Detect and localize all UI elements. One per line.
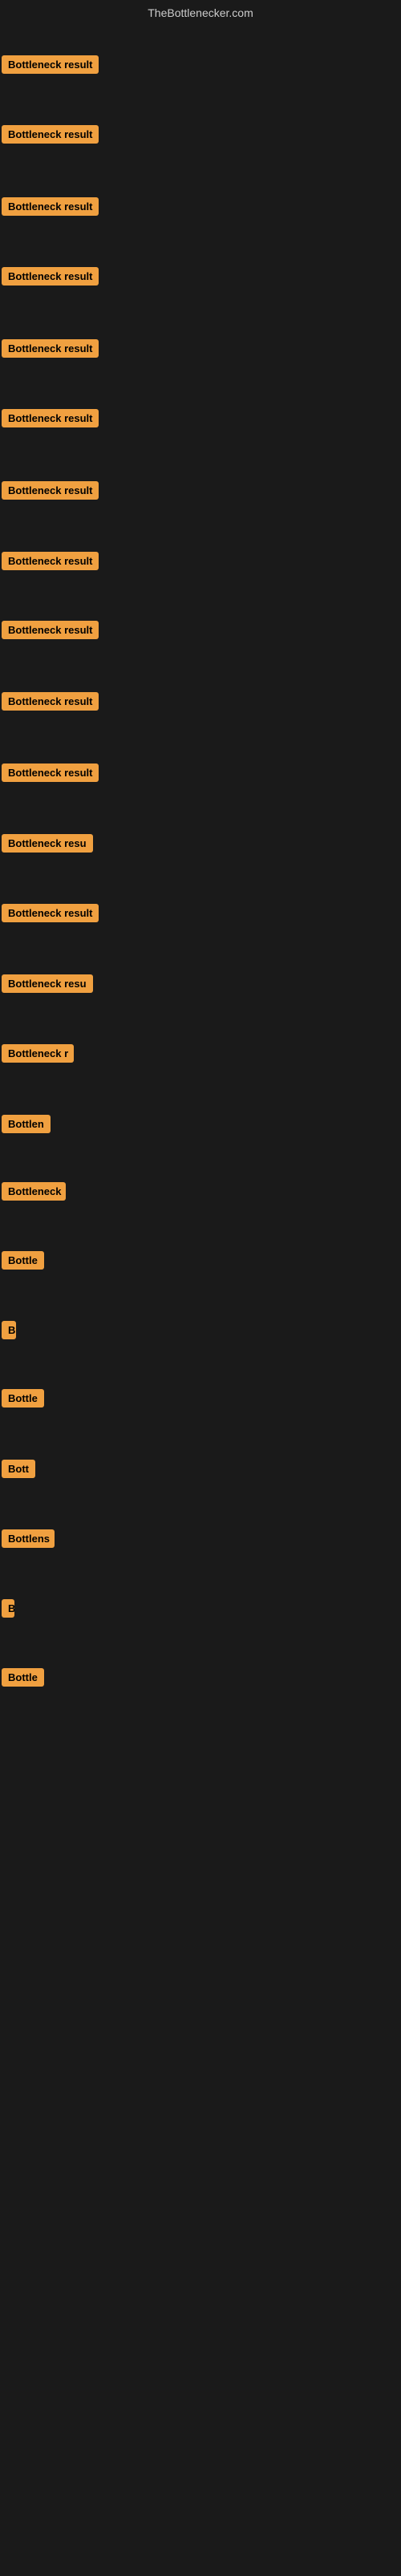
bottleneck-badge[interactable]: Bottleneck r bbox=[2, 1044, 74, 1063]
bottleneck-badge[interactable]: Bottleneck result bbox=[2, 763, 99, 782]
bottleneck-badge[interactable]: B bbox=[2, 1321, 16, 1339]
bottleneck-badge-row[interactable]: Bottleneck result bbox=[2, 125, 99, 148]
bottleneck-badge[interactable]: Bottleneck resu bbox=[2, 834, 93, 853]
bottleneck-badge[interactable]: Bottleneck result bbox=[2, 125, 99, 144]
bottleneck-badge-row[interactable]: Bottleneck resu bbox=[2, 834, 93, 857]
bottleneck-badge[interactable]: Bottleneck result bbox=[2, 481, 99, 500]
bottleneck-badge[interactable]: Bottleneck result bbox=[2, 409, 99, 427]
bottleneck-badge-row[interactable]: Bottleneck result bbox=[2, 692, 99, 715]
bottleneck-badge-row[interactable]: Bottleneck result bbox=[2, 904, 99, 926]
bottleneck-badge[interactable]: Bottle bbox=[2, 1251, 44, 1270]
bottleneck-badge[interactable]: B bbox=[2, 1599, 14, 1618]
bottleneck-badge-row[interactable]: Bottleneck result bbox=[2, 197, 99, 220]
bottleneck-badge-row[interactable]: Bottleneck result bbox=[2, 267, 99, 290]
bottleneck-badge-row[interactable]: Bottle bbox=[2, 1251, 44, 1274]
bottleneck-badge[interactable]: Bott bbox=[2, 1460, 35, 1478]
bottleneck-badge-row[interactable]: B bbox=[2, 1599, 14, 1622]
bottleneck-badge[interactable]: Bottleneck result bbox=[2, 267, 99, 286]
bottleneck-badge[interactable]: Bottlen bbox=[2, 1115, 51, 1133]
bottleneck-badge[interactable]: Bottleneck result bbox=[2, 621, 99, 639]
bottleneck-badge-row[interactable]: Bottleneck result bbox=[2, 339, 99, 362]
bottleneck-badge-row[interactable]: Bottleneck bbox=[2, 1182, 66, 1205]
bottleneck-badge-row[interactable]: Bottleneck result bbox=[2, 481, 99, 504]
bottleneck-badge[interactable]: Bottlens bbox=[2, 1529, 55, 1548]
bottleneck-badge[interactable]: Bottleneck resu bbox=[2, 974, 93, 993]
bottleneck-badge[interactable]: Bottleneck bbox=[2, 1182, 66, 1201]
bottleneck-badge[interactable]: Bottle bbox=[2, 1389, 44, 1407]
bottleneck-badge-row[interactable]: Bottleneck result bbox=[2, 409, 99, 431]
bottleneck-badge-row[interactable]: B bbox=[2, 1321, 16, 1343]
bottleneck-badge[interactable]: Bottleneck result bbox=[2, 55, 99, 74]
bottleneck-badge[interactable]: Bottleneck result bbox=[2, 339, 99, 358]
bottleneck-badge-row[interactable]: Bottle bbox=[2, 1389, 44, 1412]
bottleneck-badge-row[interactable]: Bottleneck result bbox=[2, 55, 99, 78]
bottleneck-badge-row[interactable]: Bottle bbox=[2, 1668, 44, 1691]
bottleneck-badge-row[interactable]: Bottleneck result bbox=[2, 552, 99, 574]
bottleneck-badge-row[interactable]: Bottlen bbox=[2, 1115, 51, 1137]
bottleneck-badge[interactable]: Bottleneck result bbox=[2, 552, 99, 570]
bottleneck-badge[interactable]: Bottleneck result bbox=[2, 904, 99, 922]
bottleneck-badge-row[interactable]: Bottleneck r bbox=[2, 1044, 74, 1067]
bottleneck-badge-row[interactable]: Bott bbox=[2, 1460, 35, 1482]
bottleneck-badge[interactable]: Bottleneck result bbox=[2, 692, 99, 711]
bottleneck-badge-row[interactable]: Bottleneck result bbox=[2, 763, 99, 786]
site-title: TheBottlenecker.com bbox=[0, 0, 401, 26]
bottleneck-badge-row[interactable]: Bottlens bbox=[2, 1529, 55, 1552]
bottleneck-badge-row[interactable]: Bottleneck result bbox=[2, 621, 99, 643]
bottleneck-badge[interactable]: Bottleneck result bbox=[2, 197, 99, 216]
bottleneck-badge-row[interactable]: Bottleneck resu bbox=[2, 974, 93, 997]
bottleneck-badge[interactable]: Bottle bbox=[2, 1668, 44, 1687]
